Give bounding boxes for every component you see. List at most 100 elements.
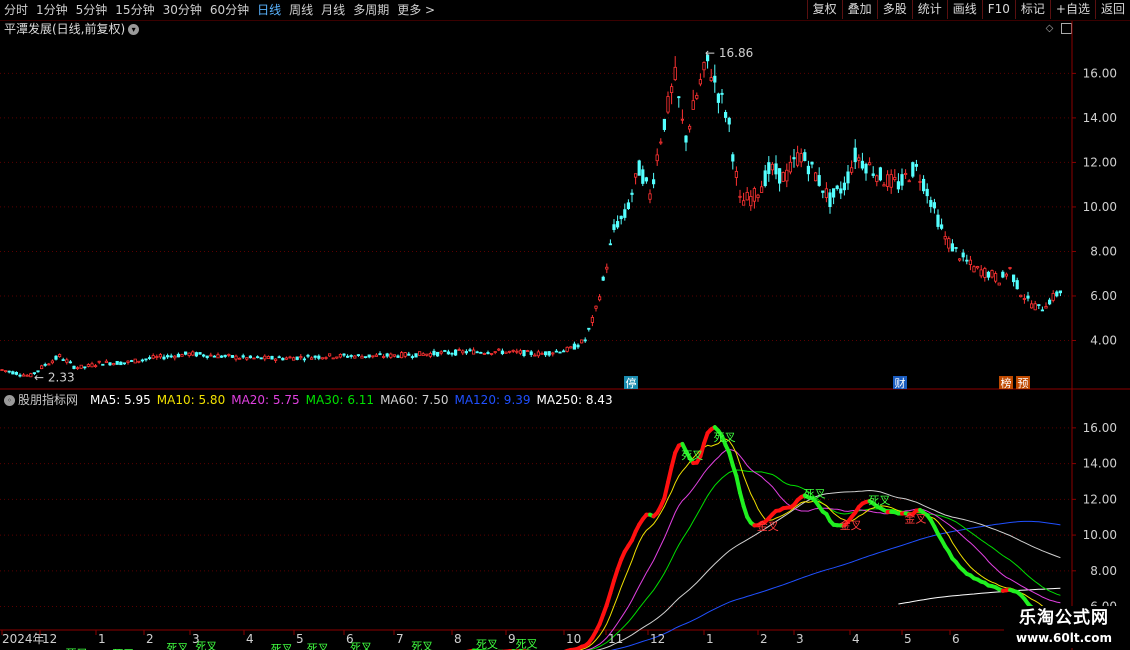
candle-body: [763, 170, 767, 187]
candle-body: [158, 354, 162, 358]
candle-body: [162, 356, 166, 360]
event-marker-1: 财: [895, 376, 906, 390]
candle-body: [342, 353, 346, 356]
candle-body: [266, 356, 271, 359]
candle-body: [464, 351, 469, 354]
candle-body: [86, 364, 90, 367]
candle-body: [806, 165, 811, 175]
candle-body: [533, 354, 537, 357]
candle-body: [176, 353, 180, 358]
candle-body: [986, 271, 991, 278]
candle-body: [828, 192, 832, 207]
candle-body: [18, 374, 22, 377]
candle-body: [871, 173, 875, 176]
candle-body: [824, 188, 829, 198]
candle-body: [133, 358, 137, 364]
candle-body: [569, 346, 573, 349]
candle-body: [738, 195, 742, 198]
candle-body: [489, 353, 494, 355]
candle-body: [626, 202, 631, 210]
candle-body: [320, 357, 325, 360]
candle-body: [183, 351, 188, 355]
candle-body: [29, 373, 33, 378]
candle-body: [65, 359, 69, 363]
death-cross-label: 死叉: [516, 637, 538, 650]
candle-body: [453, 349, 458, 356]
date-label-17: 4: [852, 632, 860, 646]
high-label: ← 16.86: [705, 46, 753, 60]
candle-body: [958, 258, 962, 261]
candle-body: [371, 355, 375, 358]
ma5-ribbon: [734, 474, 742, 495]
candle-body: [403, 352, 407, 357]
candle-body: [201, 354, 206, 357]
candle-body: [659, 141, 663, 144]
candle-body: [792, 157, 796, 160]
ind-y-label-2: 12.00: [1083, 492, 1117, 506]
candle-body: [252, 357, 256, 360]
watermark-logo: 乐淘公式网 www.60lt.com: [1004, 606, 1124, 648]
candle-body: [774, 163, 778, 175]
candle-body: [331, 357, 335, 360]
date-label-6: 5: [296, 632, 304, 646]
ma5-ribbon: [669, 450, 678, 469]
ma5-ribbon: [662, 480, 670, 501]
candle-body: [590, 317, 595, 323]
candle-body: [68, 361, 72, 364]
candle-body: [810, 161, 814, 165]
kline-chart[interactable]: 16.00 14.00 12.00 10.00 8.00 6.00 4.00 16.00 14.…: [0, 0, 1130, 650]
candle-body: [835, 185, 839, 189]
candle-body: [637, 160, 641, 176]
death-cross-label: 死叉: [476, 638, 498, 650]
candle-body: [144, 358, 148, 361]
candle-body: [399, 352, 404, 359]
date-label-14: 1: [706, 632, 714, 646]
candle-body: [101, 363, 105, 366]
candle-body: [979, 269, 983, 277]
watermark-title: 乐淘公式网: [1019, 608, 1109, 628]
candle-body: [857, 157, 861, 161]
candle-body: [216, 354, 220, 359]
candle-body: [702, 62, 706, 71]
death-cross-label: 死叉: [411, 640, 433, 650]
candle-body: [338, 354, 343, 358]
candle-body: [947, 238, 951, 249]
candle-body: [608, 243, 613, 246]
candle-body: [767, 162, 771, 175]
candle-body: [378, 353, 382, 356]
candle-body: [389, 353, 393, 358]
candle-body: [187, 352, 191, 357]
candle-body: [450, 352, 454, 355]
ind-y-label-4: 8.00: [1090, 564, 1117, 578]
candle-body: [720, 92, 724, 95]
candle-body: [191, 351, 195, 356]
candle-body: [781, 172, 785, 182]
candle-body: [914, 164, 919, 167]
candle-body: [7, 370, 11, 373]
candle-body: [1048, 299, 1052, 305]
candle-body: [295, 356, 299, 360]
candle-body: [25, 374, 29, 377]
candle-body: [72, 365, 76, 369]
candle-body: [353, 355, 357, 359]
candle-body: [76, 367, 80, 370]
main-y-label-2: 12.00: [1083, 155, 1117, 169]
watermark-url: www.60lt.com: [1015, 631, 1113, 645]
candle-body: [544, 351, 548, 356]
candle-body: [983, 268, 987, 278]
candle-body: [932, 202, 937, 209]
candle-body: [288, 356, 292, 359]
ma20-line: [584, 448, 1061, 650]
candle-body: [630, 192, 634, 195]
golden-cross-label: 金叉: [840, 518, 862, 532]
candle-body: [864, 163, 868, 174]
candle-body: [745, 191, 749, 201]
candle-body: [1037, 304, 1041, 306]
main-y-label-1: 14.00: [1083, 111, 1117, 125]
candle-body: [760, 186, 764, 193]
candle-body: [907, 180, 911, 183]
candle-body: [291, 357, 296, 361]
candle-body: [997, 282, 1001, 286]
candle-body: [961, 252, 965, 258]
candle-body: [695, 95, 699, 99]
